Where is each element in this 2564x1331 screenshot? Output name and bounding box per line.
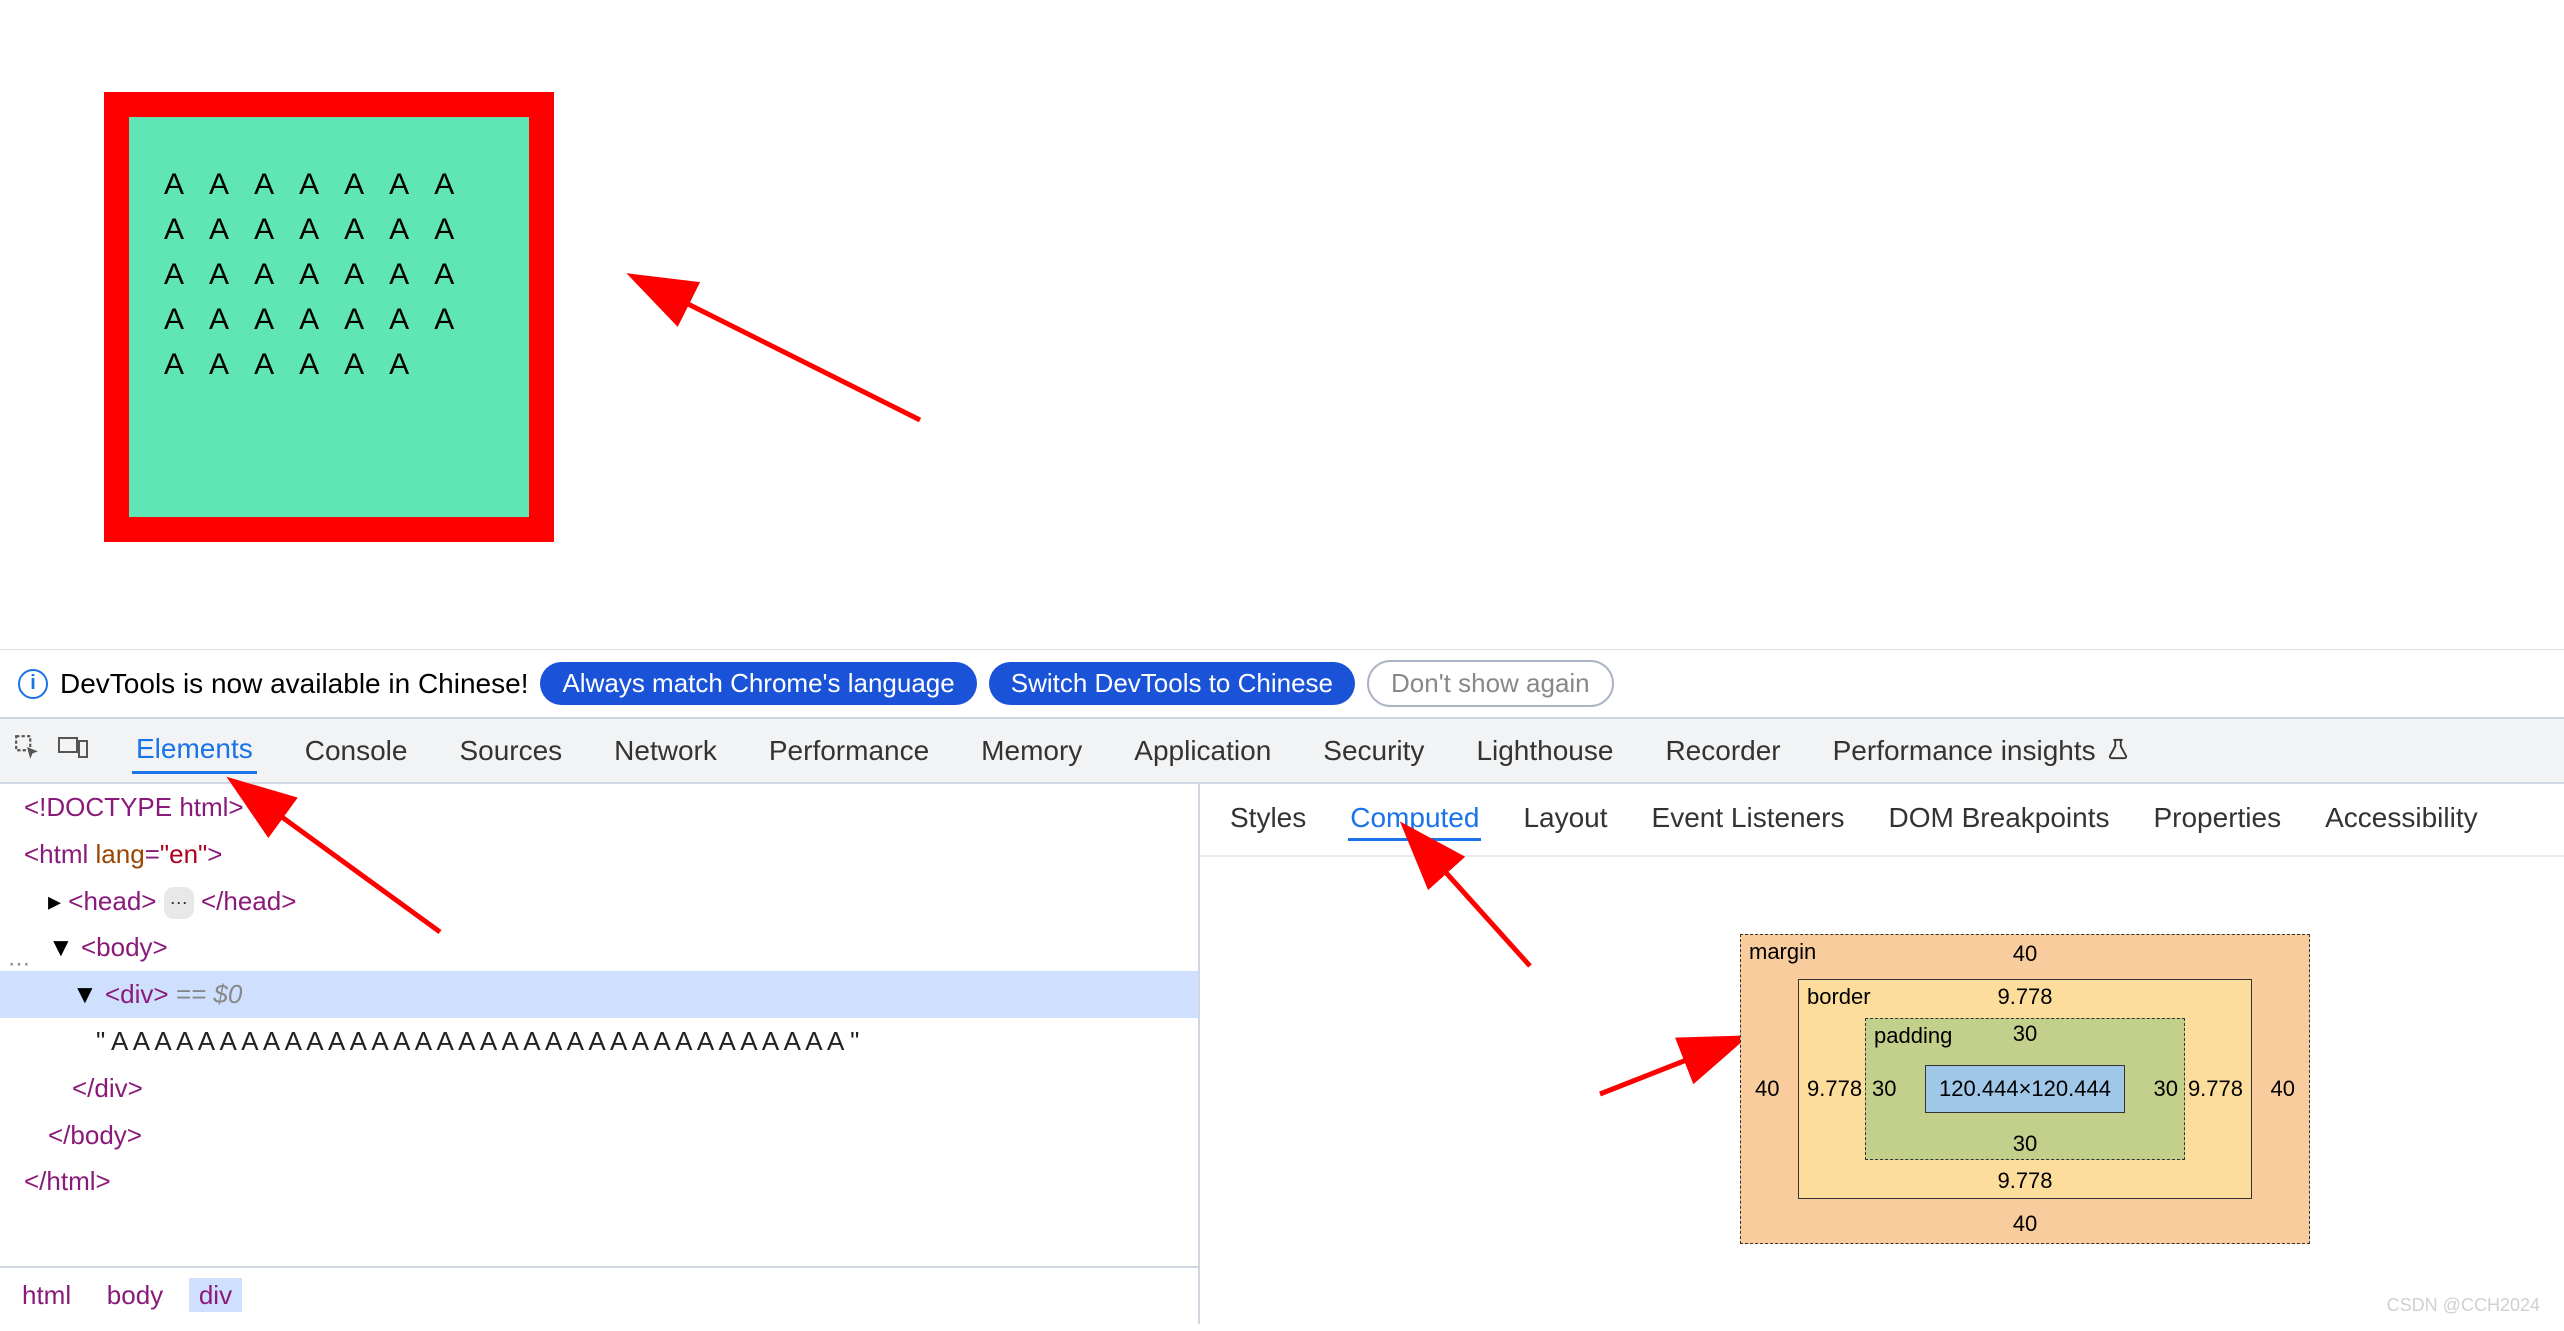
more-actions-icon[interactable]: ⋯ — [8, 944, 30, 984]
dom-text-node[interactable]: " A A A A A A A A A A A A A A A A A A A … — [0, 1018, 1198, 1065]
flask-icon — [2107, 739, 2129, 766]
tab-security[interactable]: Security — [1319, 729, 1428, 773]
breadcrumb-body[interactable]: body — [97, 1278, 173, 1312]
tab-perf-insights-label: Performance insights — [1833, 735, 2096, 766]
tab-recorder[interactable]: Recorder — [1661, 729, 1784, 773]
tab-lighthouse[interactable]: Lighthouse — [1472, 729, 1617, 773]
styles-sidebar: Styles Computed Layout Event Listeners D… — [1200, 784, 2564, 1324]
tab-memory[interactable]: Memory — [977, 729, 1086, 773]
demo-div: A A A A A A A A A A A A A A A A A A A A … — [104, 92, 554, 542]
tab-performance-insights[interactable]: Performance insights — [1829, 729, 2134, 773]
tab-application[interactable]: Application — [1130, 729, 1275, 773]
boxmodel-padding[interactable]: padding 30 30 30 30 120.444×120.444 — [1865, 1018, 2185, 1160]
subtab-styles[interactable]: Styles — [1228, 798, 1308, 841]
subtab-layout[interactable]: Layout — [1521, 798, 1609, 841]
subtab-event-listeners[interactable]: Event Listeners — [1650, 798, 1847, 841]
margin-top[interactable]: 40 — [2013, 941, 2037, 967]
dom-body-row[interactable]: ▼ <body> — [0, 924, 1198, 971]
tab-elements[interactable]: Elements — [132, 727, 257, 774]
margin-right[interactable]: 40 — [2271, 1076, 2295, 1102]
banner-message: DevTools is now available in Chinese! — [60, 668, 528, 700]
page-viewport: A A A A A A A A A A A A A A A A A A A A … — [0, 0, 2564, 650]
subtab-computed[interactable]: Computed — [1348, 798, 1481, 841]
boxmodel-margin-label: margin — [1749, 939, 1816, 965]
breadcrumb-div[interactable]: div — [189, 1278, 242, 1312]
dom-selected-div[interactable]: ▼ <div> == $0 — [0, 971, 1198, 1018]
devtools-main-tabs: Elements Console Sources Network Perform… — [0, 719, 2564, 784]
padding-bottom[interactable]: 30 — [2013, 1131, 2037, 1157]
tab-network[interactable]: Network — [610, 729, 721, 773]
padding-top[interactable]: 30 — [2013, 1021, 2037, 1047]
inspect-element-icon[interactable] — [14, 734, 40, 767]
devtools-language-banner: i DevTools is now available in Chinese! … — [0, 650, 2564, 719]
breadcrumb-html[interactable]: html — [12, 1278, 81, 1312]
border-top[interactable]: 9.778 — [1997, 984, 2052, 1010]
boxmodel-padding-label: padding — [1874, 1023, 1952, 1049]
watermark: CSDN @CCH2024 — [2387, 1295, 2540, 1316]
info-icon: i — [18, 669, 48, 699]
border-right[interactable]: 9.778 — [2188, 1076, 2243, 1102]
boxmodel-margin[interactable]: margin 40 40 40 40 border 9.778 9.778 9.… — [1740, 934, 2310, 1244]
always-match-language-button[interactable]: Always match Chrome's language — [540, 662, 976, 705]
tab-performance[interactable]: Performance — [765, 729, 933, 773]
annotation-arrow-box — [660, 280, 940, 445]
dismiss-banner-button[interactable]: Don't show again — [1367, 660, 1614, 707]
margin-left[interactable]: 40 — [1755, 1076, 1779, 1102]
boxmodel-border-label: border — [1807, 984, 1871, 1010]
tab-console[interactable]: Console — [301, 729, 412, 773]
sidebar-sub-tabs: Styles Computed Layout Event Listeners D… — [1200, 784, 2564, 857]
dom-body-close[interactable]: </body> — [48, 1120, 142, 1150]
switch-to-chinese-button[interactable]: Switch DevTools to Chinese — [989, 662, 1355, 705]
device-toolbar-icon[interactable] — [58, 734, 88, 767]
subtab-accessibility[interactable]: Accessibility — [2323, 798, 2479, 841]
computed-box-model[interactable]: margin 40 40 40 40 border 9.778 9.778 9.… — [1740, 934, 2310, 1244]
padding-left[interactable]: 30 — [1872, 1076, 1896, 1102]
dom-div-close[interactable]: </div> — [72, 1073, 143, 1103]
elements-dom-tree[interactable]: <!DOCTYPE html> <html lang="en"> ▸ <head… — [0, 784, 1200, 1324]
border-bottom[interactable]: 9.778 — [1997, 1168, 2052, 1194]
padding-right[interactable]: 30 — [2154, 1076, 2178, 1102]
annotation-arrow-boxmodel — [1590, 1024, 1750, 1109]
subtab-dom-breakpoints[interactable]: DOM Breakpoints — [1887, 798, 2112, 841]
margin-bottom[interactable]: 40 — [2013, 1211, 2037, 1237]
dom-doctype[interactable]: <!DOCTYPE html> — [24, 792, 244, 822]
demo-text: A A A A A A A A A A A A A A A A A A A A … — [164, 162, 494, 387]
annotation-arrow-computed-tab — [1420, 856, 1540, 981]
dom-html-close[interactable]: </html> — [24, 1166, 111, 1196]
breadcrumb: html body div — [0, 1266, 1198, 1324]
boxmodel-border[interactable]: border 9.778 9.778 9.778 9.778 padding 3… — [1798, 979, 2252, 1199]
border-left[interactable]: 9.778 — [1807, 1076, 1862, 1102]
tab-sources[interactable]: Sources — [455, 729, 566, 773]
devtools-body: <!DOCTYPE html> <html lang="en"> ▸ <head… — [0, 784, 2564, 1324]
boxmodel-content[interactable]: 120.444×120.444 — [1925, 1065, 2125, 1113]
dom-head-row[interactable]: ▸ <head> ⋯ </head> — [0, 878, 1198, 925]
content-size[interactable]: 120.444×120.444 — [1939, 1076, 2111, 1102]
subtab-properties[interactable]: Properties — [2151, 798, 2283, 841]
